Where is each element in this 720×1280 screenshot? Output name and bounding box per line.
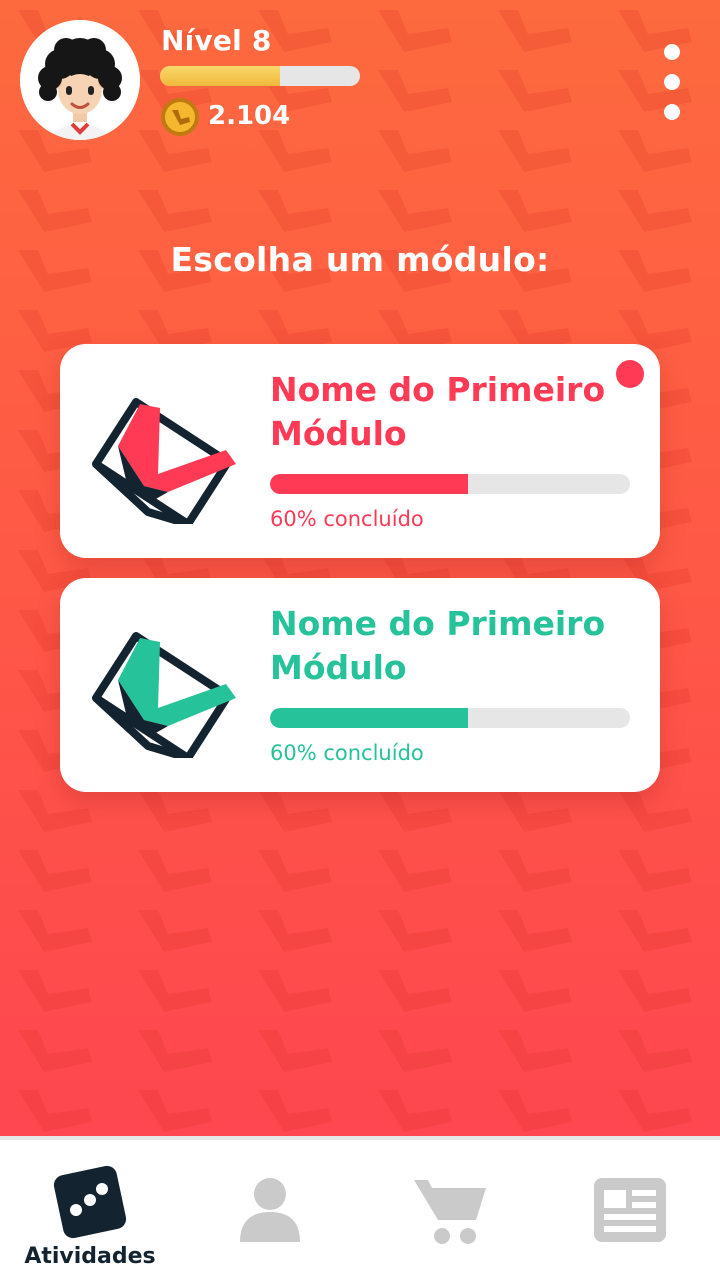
tab-profile[interactable] <box>180 1140 360 1280</box>
more-vertical-icon-dot <box>664 74 680 90</box>
module-progress-fill <box>270 474 468 494</box>
tab-atividades[interactable]: Atividades <box>0 1140 180 1280</box>
module-progress-bar <box>270 474 630 494</box>
coin-icon <box>161 98 199 136</box>
tab-news[interactable] <box>540 1140 720 1280</box>
more-menu-button[interactable] <box>652 44 692 120</box>
news-icon <box>594 1178 666 1242</box>
xp-progress-bar <box>160 66 360 86</box>
module-book-icon <box>92 398 236 524</box>
module-title: Nome do Primeiro Módulo <box>270 370 606 453</box>
module-card[interactable]: Nome do Primeiro Módulo 60% concluído <box>60 578 660 792</box>
background-pattern <box>0 0 720 1136</box>
notification-dot <box>616 360 644 388</box>
module-title: Nome do Primeiro Módulo <box>270 604 606 687</box>
module-book-icon <box>92 632 236 758</box>
module-card[interactable]: Nome do Primeiro Módulo 60% concluído <box>60 344 660 558</box>
more-vertical-icon <box>664 44 680 60</box>
background <box>0 0 720 1136</box>
module-progress-fill <box>270 708 468 728</box>
xp-progress-fill <box>160 66 280 86</box>
tab-shop[interactable] <box>360 1140 540 1280</box>
module-progress-label: 60% concluído <box>270 507 424 531</box>
section-title: Escolha um módulo: <box>170 240 550 279</box>
coin-count: 2.104 <box>208 101 291 131</box>
level-label: Nível 8 <box>161 24 272 57</box>
profile-icon <box>240 1178 300 1242</box>
dice-icon <box>53 1165 127 1239</box>
more-vertical-icon-dot <box>664 104 680 120</box>
module-progress-bar <box>270 708 630 728</box>
header: Nível 8 2.104 <box>0 0 720 160</box>
avatar-illustration-icon <box>20 20 140 140</box>
bottom-tab-bar: Atividades <box>0 1136 720 1280</box>
cart-icon <box>414 1180 486 1244</box>
module-progress-label: 60% concluído <box>270 741 424 765</box>
tab-label: Atividades <box>24 1244 156 1269</box>
avatar[interactable] <box>20 20 140 140</box>
